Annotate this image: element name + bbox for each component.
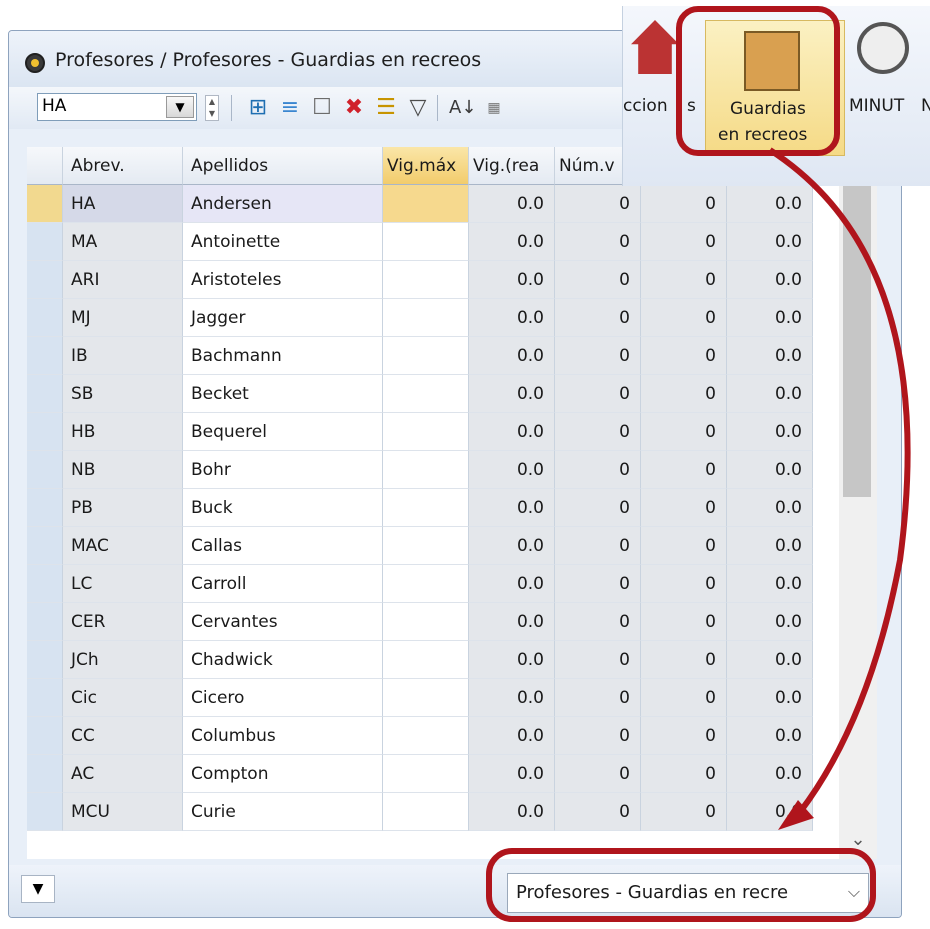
callout-arrow: [768, 147, 911, 830]
